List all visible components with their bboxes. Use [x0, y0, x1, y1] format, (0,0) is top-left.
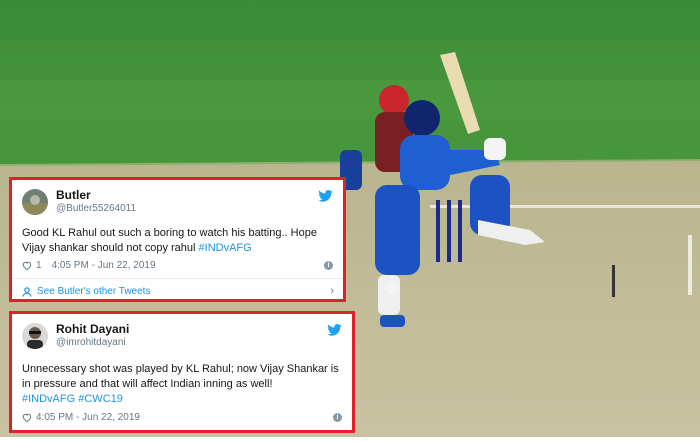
tweet-timestamp[interactable]: 4:05 PM - Jun 22, 2019	[36, 412, 140, 423]
avatar[interactable]	[22, 189, 48, 215]
tweet-header: Butler @Butler55264011	[22, 189, 136, 215]
author-name[interactable]: Butler	[56, 189, 136, 202]
author-handle[interactable]: @Butler55264011	[56, 202, 136, 215]
info-icon[interactable]: i	[324, 261, 333, 270]
twitter-bird-icon[interactable]	[327, 324, 342, 336]
heart-icon[interactable]	[22, 261, 32, 270]
tweet-meta: 1 4:05 PM - Jun 22, 2019	[22, 260, 156, 271]
tweet-body: Good KL Rahul out such a boring to watch…	[22, 227, 317, 254]
hashtag-link[interactable]: #INDvAFG	[22, 393, 75, 405]
tweet-header: Rohit Dayani @imrohitdayani	[22, 323, 129, 349]
hashtag-link[interactable]: #CWC19	[78, 393, 123, 405]
divider	[12, 278, 343, 279]
tweet-body: Unnecessary shot was played by KL Rahul;…	[22, 363, 339, 390]
author-name[interactable]: Rohit Dayani	[56, 323, 129, 336]
like-count[interactable]: 1	[36, 260, 42, 271]
tweet-meta: 4:05 PM - Jun 22, 2019	[22, 412, 140, 423]
see-other-tweets-link[interactable]: See Butler's other Tweets	[22, 286, 150, 297]
hashtag-link[interactable]: #INDvAFG	[199, 242, 252, 254]
avatar[interactable]	[22, 323, 48, 349]
person-icon	[22, 286, 32, 297]
tweet-timestamp[interactable]: 4:05 PM - Jun 22, 2019	[52, 260, 156, 271]
author-handle[interactable]: @imrohitdayani	[56, 336, 129, 349]
tweet-text: Good KL Rahul out such a boring to watch…	[22, 226, 332, 256]
info-icon[interactable]: i	[333, 413, 342, 422]
heart-icon[interactable]	[22, 413, 32, 422]
chevron-right-icon[interactable]: ›	[330, 285, 334, 297]
tweet-card-butler[interactable]: Butler @Butler55264011 Good KL Rahul out…	[9, 177, 346, 302]
see-other-tweets-label[interactable]: See Butler's other Tweets	[37, 286, 150, 297]
twitter-bird-icon[interactable]	[318, 190, 333, 202]
tweet-text: Unnecessary shot was played by KL Rahul;…	[22, 362, 347, 407]
tweet-card-rohit-dayani[interactable]: Rohit Dayani @imrohitdayani Unnecessary …	[9, 311, 355, 433]
